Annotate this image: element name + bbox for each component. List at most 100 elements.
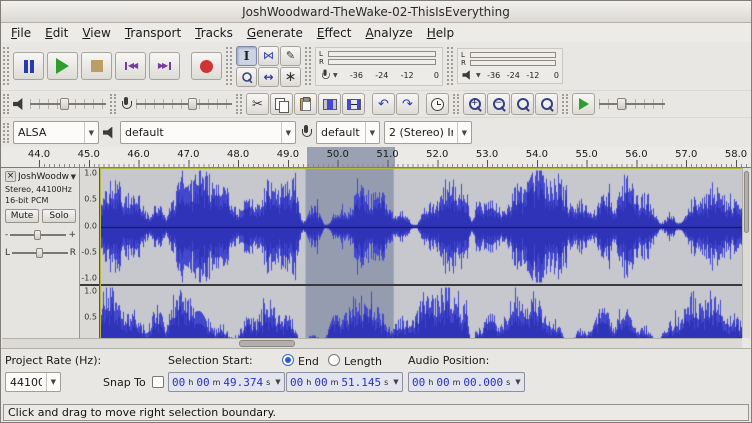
stop-button[interactable] [81, 52, 112, 80]
playback-meter-grip[interactable] [447, 47, 453, 85]
vertical-scrollbar-thumb[interactable] [744, 171, 749, 233]
audio-host-combo[interactable]: ALSA ▼ [13, 121, 99, 144]
waveform-area[interactable] [100, 168, 742, 338]
project-rate-combo[interactable]: 44100 ▼ [5, 372, 61, 392]
cut-button[interactable]: ✂ [246, 93, 269, 115]
zoom-button[interactable] [236, 67, 257, 87]
solo-button[interactable]: Solo [42, 209, 76, 223]
vertical-ruler[interactable]: 1.00.50.0-0.5-1.0 1.00.50.0-0.5-1.0 [80, 168, 100, 338]
title-bar[interactable]: JoshWoodward-TheWake-02-ThisIsEverything [1, 1, 751, 23]
recording-meter-grip[interactable] [305, 47, 311, 85]
trim-button[interactable] [318, 93, 341, 115]
timeshift-button[interactable]: ↔ [258, 67, 279, 87]
timer-button[interactable] [426, 93, 449, 115]
zoom-fit-button[interactable] [535, 93, 558, 115]
hours-value[interactable]: 00 [290, 376, 303, 389]
play-button[interactable] [47, 52, 78, 80]
play-at-speed-grip[interactable] [562, 94, 568, 114]
pan-thumb[interactable] [36, 248, 43, 258]
recording-meter[interactable]: LR▼-36-24-120 [315, 47, 443, 86]
chevron-down-icon[interactable]: ▼ [393, 378, 398, 386]
slider-thumb[interactable] [60, 98, 69, 110]
track-menu-arrow-icon[interactable]: ▼ [71, 173, 76, 181]
length-radio[interactable] [328, 354, 340, 366]
menu-help[interactable]: Help [420, 24, 461, 42]
mute-button[interactable]: Mute [5, 209, 39, 223]
menu-effect[interactable]: Effect [310, 24, 359, 42]
zoom-in-button[interactable]: + [463, 93, 486, 115]
play-at-speed-button[interactable] [572, 93, 595, 115]
horizontal-scrollbar-thumb[interactable] [239, 340, 295, 347]
paste-button[interactable] [294, 93, 317, 115]
menu-edit[interactable]: Edit [38, 24, 75, 42]
ruler-tick-label: 52.0 [426, 149, 448, 160]
hours-value[interactable]: 00 [412, 376, 425, 389]
recording-volume-grip[interactable] [110, 94, 116, 114]
hours-value[interactable]: 00 [172, 376, 185, 389]
zoom-toolbar-grip[interactable] [453, 94, 459, 114]
menu-tracks[interactable]: Tracks [188, 24, 240, 42]
multi-button[interactable]: ∗ [280, 67, 301, 87]
zoom-out-button[interactable]: − [487, 93, 510, 115]
gain-slider[interactable]: - + [5, 229, 76, 241]
playback-volume-slider[interactable] [30, 96, 106, 112]
recording-device-combo[interactable]: default ▼ [316, 121, 380, 144]
edit-toolbar-grip[interactable] [236, 94, 242, 114]
menu-file[interactable]: File [4, 24, 38, 42]
seconds-value[interactable]: 00.000 [463, 376, 503, 389]
end-radio[interactable] [282, 354, 294, 366]
menu-analyze[interactable]: Analyze [358, 24, 419, 42]
tools-toolbar-grip[interactable] [226, 47, 232, 85]
meter-dropdown-arrow[interactable]: ▼ [476, 72, 481, 79]
waveform-left-channel[interactable] [101, 169, 742, 284]
track-close-button[interactable]: × [5, 171, 16, 182]
selection-button[interactable]: I [236, 46, 257, 66]
track-area: × JoshWoodwa ▼ Stereo, 44100Hz 16-bit PC… [2, 168, 750, 338]
redo-button[interactable]: ↷ [396, 93, 419, 115]
gain-thumb[interactable] [34, 230, 41, 240]
playback-meter[interactable]: LR▼-36-24-120 [457, 48, 563, 84]
menu-transport[interactable]: Transport [118, 24, 188, 42]
draw-button[interactable]: ✎ [280, 46, 301, 66]
selection-end-field[interactable]: 00h00m51.145s▼ [286, 372, 403, 392]
horizontal-scrollbar[interactable] [2, 338, 742, 348]
recording-channels-combo[interactable]: 2 (Stereo) Ir ▼ [384, 121, 472, 144]
audio-position-field[interactable]: 00h00m00.000s▼ [408, 372, 525, 392]
vertical-scrollbar[interactable] [742, 168, 750, 338]
zoom-sel-button[interactable] [511, 93, 534, 115]
minutes-value[interactable]: 00 [196, 376, 209, 389]
skip-end-button[interactable]: ▶▶ [149, 52, 180, 80]
seconds-value[interactable]: 51.145 [341, 376, 381, 389]
recording-volume-slider[interactable] [136, 96, 232, 112]
playback-device-combo[interactable]: default ▼ [120, 121, 296, 144]
undo-button[interactable]: ↶ [372, 93, 395, 115]
chevron-down-icon[interactable]: ▼ [515, 378, 520, 386]
minutes-value[interactable]: 00 [436, 376, 449, 389]
menu-generate[interactable]: Generate [240, 24, 310, 42]
skip-start-button[interactable]: ◀◀ [115, 52, 146, 80]
snap-to-checkbox[interactable] [152, 376, 164, 388]
timeline-ruler[interactable]: 44.045.046.047.048.049.050.051.052.053.0… [1, 147, 751, 168]
audio-track[interactable]: × JoshWoodwa ▼ Stereo, 44100Hz 16-bit PC… [2, 168, 742, 338]
chevron-down-icon[interactable]: ▼ [275, 378, 280, 386]
menu-view[interactable]: View [75, 24, 117, 42]
track-title[interactable]: JoshWoodwa [18, 172, 69, 182]
minutes-value[interactable]: 00 [314, 376, 327, 389]
slider-thumb[interactable] [617, 98, 626, 110]
copy-button[interactable] [270, 93, 293, 115]
vertical-scale-label: 1.0 [84, 287, 97, 296]
selection-start-field[interactable]: 00h00m49.374s▼ [168, 372, 285, 392]
slider-thumb[interactable] [188, 98, 197, 110]
waveform-right-channel[interactable] [101, 286, 742, 338]
pause-button[interactable] [13, 52, 44, 80]
device-toolbar-grip[interactable] [3, 123, 9, 143]
pan-slider[interactable]: L R [5, 247, 76, 259]
seconds-value[interactable]: 49.374 [223, 376, 263, 389]
transport-toolbar-grip[interactable] [3, 47, 9, 85]
mixer-toolbar-grip[interactable] [3, 94, 9, 114]
envelope-button[interactable]: ⋈ [258, 46, 279, 66]
record-button[interactable] [191, 52, 222, 80]
play-speed-slider[interactable] [599, 96, 665, 112]
silence-button[interactable] [342, 93, 365, 115]
meter-dropdown-arrow[interactable]: ▼ [333, 72, 338, 79]
